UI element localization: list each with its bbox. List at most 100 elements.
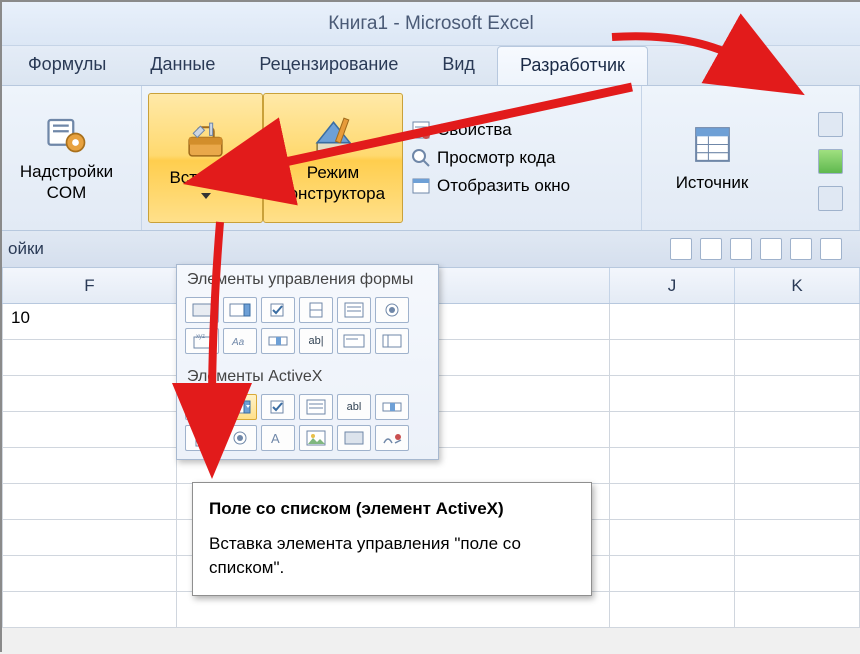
tooltip: Поле со списком (элемент ActiveX) Вставк… [192,482,592,596]
svg-text:A: A [271,431,280,446]
cell[interactable] [610,592,735,627]
cell[interactable] [735,376,860,411]
activex-checkbox-control[interactable] [261,394,295,420]
form-label-control[interactable]: Aa [223,328,257,354]
window-title: Книга1 - Microsoft Excel [328,13,534,35]
activex-optionbutton-control[interactable] [223,425,257,451]
cell[interactable] [177,592,610,627]
toolbar-camera-icon[interactable] [670,238,692,260]
form-optionbutton-control[interactable] [375,297,409,323]
cell[interactable] [735,592,860,627]
insert-label: Вставить [169,168,241,188]
activex-togglebutton-control[interactable] [337,425,371,451]
source-button[interactable]: Источник [662,93,762,223]
activex-label-control[interactable]: A [261,425,295,451]
activex-image-control[interactable] [299,425,333,451]
cell[interactable] [2,592,177,627]
toolbar-pivottable-icon[interactable] [730,238,752,260]
group-controls: Вставить Режим конструктора Свойства Про… [142,86,642,230]
tab-view[interactable]: Вид [420,46,497,85]
toolbar-autosum-icon[interactable] [790,238,812,260]
cell[interactable] [610,448,735,483]
form-scrollbar-control[interactable] [261,328,295,354]
grid-row [2,592,860,628]
activex-spinbutton-control[interactable] [185,425,219,451]
cell[interactable] [2,340,177,375]
xml-refresh-button[interactable] [818,186,843,211]
activex-listbox-control[interactable] [299,394,333,420]
design-mode-button[interactable]: Режим конструктора [263,93,403,223]
form-combo-list-control[interactable] [337,328,371,354]
group-addins: Надстройки COM [2,86,142,230]
form-image-control[interactable] [375,328,409,354]
cell[interactable] [2,448,177,483]
tooltip-body: Вставка элемента управления "поле со спи… [209,532,575,581]
cell[interactable] [610,556,735,591]
toolbar-paste-icon[interactable] [700,238,722,260]
tab-formulas[interactable]: Формулы [6,46,128,85]
xml-expansion-button[interactable] [818,149,843,174]
cell[interactable] [2,484,177,519]
com-addins-label: Надстройки COM [20,162,113,203]
cell[interactable] [2,520,177,555]
cell[interactable] [610,484,735,519]
toolbar-print-icon[interactable] [820,238,842,260]
activex-controls-grid: abl A [177,390,438,459]
insert-dropdown: Элементы управления формы xyz Aa ab| Эле… [176,264,439,460]
form-button-control[interactable] [185,297,219,323]
tab-review[interactable]: Рецензирование [237,46,420,85]
tab-developer[interactable]: Разработчик [497,46,648,85]
property-sheet-icon [411,120,431,140]
cell[interactable] [735,412,860,447]
cell[interactable] [735,448,860,483]
form-combobox-control[interactable] [223,297,257,323]
cell-F[interactable]: 10 [2,304,177,339]
col-header-K[interactable]: K [735,268,860,303]
form-listbox-control[interactable] [337,297,371,323]
properties-button[interactable]: Свойства [411,120,570,140]
form-groupbox-control[interactable]: xyz [185,328,219,354]
group-xml: Источник [642,86,860,230]
ruler-pencil-icon [311,112,356,157]
addins-icon [44,111,89,156]
cell[interactable] [735,484,860,519]
cell[interactable] [610,520,735,555]
chevron-down-icon [201,193,211,199]
activex-scrollbar-control[interactable] [375,394,409,420]
quick-toolbar [670,238,860,260]
cell[interactable] [610,340,735,375]
ribbon: Надстройки COM Вставить Режим конструкто… [2,86,860,231]
activex-commandbutton-control[interactable] [185,394,219,420]
form-textfield-control[interactable]: ab| [299,328,333,354]
activex-combobox-control[interactable] [223,394,257,420]
run-dialog-label: Отобразить окно [437,176,570,196]
svg-text:xyz: xyz [196,334,205,340]
cell[interactable] [735,556,860,591]
com-addins-button[interactable]: Надстройки COM [7,92,127,222]
cell[interactable] [2,376,177,411]
col-header-F[interactable]: F [2,268,177,303]
activex-textbox-control[interactable]: abl [337,394,371,420]
view-code-button[interactable]: Просмотр кода [411,148,570,168]
cell[interactable] [2,556,177,591]
insert-button[interactable]: Вставить [148,93,263,223]
cell-K[interactable] [735,304,860,339]
xml-small-buttons [818,106,849,211]
activex-morecontrols-control[interactable] [375,425,409,451]
cell[interactable] [2,412,177,447]
run-dialog-button[interactable]: Отобразить окно [411,176,570,196]
col-header-J[interactable]: J [610,268,735,303]
cell[interactable] [610,376,735,411]
form-checkbox-control[interactable] [261,297,295,323]
cell[interactable] [735,340,860,375]
xml-map-properties-button[interactable] [818,112,843,137]
title-bar: Книга1 - Microsoft Excel [2,2,860,46]
toolbar-sort-icon[interactable] [760,238,782,260]
form-spinner-control[interactable] [299,297,333,323]
cell[interactable] [735,520,860,555]
group-label-bar: ойки [2,231,860,268]
cell[interactable] [610,412,735,447]
properties-label: Свойства [437,120,512,140]
cell-J[interactable] [610,304,735,339]
tab-data[interactable]: Данные [128,46,237,85]
